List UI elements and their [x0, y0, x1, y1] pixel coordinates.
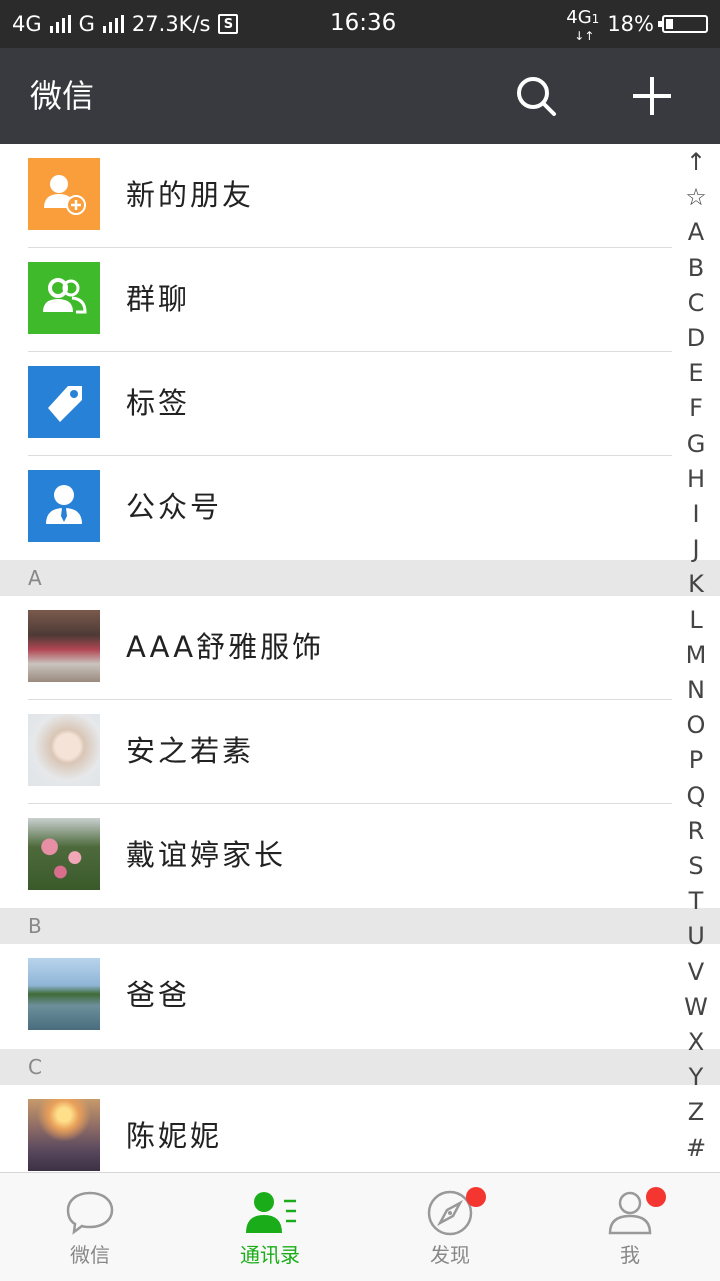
- battery-icon: [658, 15, 708, 33]
- index-letter[interactable]: K: [672, 570, 720, 598]
- index-letter[interactable]: ↑: [672, 148, 720, 176]
- me-badge: [646, 1187, 666, 1207]
- index-letter[interactable]: C: [672, 289, 720, 317]
- network-type-1: 4G: [12, 12, 42, 36]
- new-friends-row[interactable]: 新的朋友: [0, 144, 672, 248]
- section-header-c: C: [0, 1049, 720, 1085]
- discover-badge: [466, 1187, 486, 1207]
- index-letter[interactable]: U: [672, 922, 720, 950]
- bottom-nav: 微信 通讯录 发现 我: [0, 1172, 720, 1281]
- contact-row[interactable]: 爸爸: [0, 944, 672, 1048]
- index-letter[interactable]: N: [672, 676, 720, 704]
- tags-row[interactable]: 标签: [0, 352, 672, 456]
- contacts-icon: [246, 1192, 296, 1233]
- s-app-icon: S: [218, 14, 239, 34]
- index-letter[interactable]: P: [672, 746, 720, 774]
- contact-name: 安之若素: [126, 734, 255, 768]
- index-letter[interactable]: E: [672, 359, 720, 387]
- index-letter[interactable]: I: [672, 500, 720, 528]
- index-letter[interactable]: Z: [672, 1098, 720, 1126]
- page-title: 微信: [30, 77, 95, 115]
- contact-name: 爸爸: [126, 978, 191, 1012]
- official-accounts-row[interactable]: 公众号: [0, 456, 672, 560]
- search-icon[interactable]: [512, 72, 560, 120]
- signal-icon-2: [102, 15, 124, 33]
- index-letter[interactable]: T: [672, 887, 720, 915]
- tab-chats[interactable]: 微信: [0, 1173, 180, 1281]
- index-letter[interactable]: J: [672, 535, 720, 563]
- row-label: 公众号: [126, 490, 223, 524]
- plus-icon[interactable]: [628, 72, 676, 120]
- contact-row[interactable]: AAA舒雅服饰: [0, 596, 672, 700]
- contact-row[interactable]: 安之若素: [0, 700, 672, 804]
- alphabet-index[interactable]: ↑ ☆ A B C D E F G H I J K L M N O P Q R S T U V W X Y Z #: [672, 148, 720, 1172]
- index-letter[interactable]: Q: [672, 782, 720, 810]
- contact-row[interactable]: 戴谊婷家长: [0, 804, 672, 908]
- data-4g-icon: 4G1 ↓↑: [566, 6, 600, 43]
- index-letter[interactable]: G: [672, 430, 720, 458]
- row-label: 新的朋友: [126, 178, 255, 212]
- clock: 16:36: [330, 10, 397, 36]
- group-chat-icon: [28, 262, 100, 334]
- tag-icon: [28, 366, 100, 438]
- contact-avatar: [28, 958, 100, 1030]
- chat-bubble-icon: [66, 1191, 114, 1235]
- index-letter[interactable]: R: [672, 817, 720, 845]
- index-letter[interactable]: F: [672, 394, 720, 422]
- group-chat-row[interactable]: 群聊: [0, 248, 672, 352]
- index-letter[interactable]: V: [672, 958, 720, 986]
- section-header-b: B: [0, 908, 720, 944]
- index-letter[interactable]: L: [672, 606, 720, 634]
- index-letter[interactable]: B: [672, 254, 720, 282]
- add-friend-icon: [28, 158, 100, 230]
- contact-avatar: [28, 818, 100, 890]
- tab-label: 微信: [70, 1243, 110, 1267]
- contact-avatar: [28, 1099, 100, 1171]
- contact-row[interactable]: 陈妮妮: [0, 1085, 672, 1172]
- battery-percent: 18%: [607, 12, 654, 36]
- tab-label: 通讯录: [240, 1243, 300, 1267]
- index-letter[interactable]: W: [672, 993, 720, 1021]
- index-letter[interactable]: O: [672, 711, 720, 739]
- signal-icon: [49, 15, 71, 33]
- tab-label: 发现: [430, 1243, 470, 1267]
- contact-name: AAA舒雅服饰: [126, 630, 325, 664]
- tab-discover[interactable]: 发现: [360, 1173, 540, 1281]
- tab-contacts[interactable]: 通讯录: [180, 1173, 360, 1281]
- title-bar: 微信: [0, 48, 720, 144]
- section-header-a: A: [0, 560, 720, 596]
- index-letter[interactable]: M: [672, 641, 720, 669]
- index-letter[interactable]: ☆: [672, 183, 720, 211]
- contact-avatar: [28, 610, 100, 682]
- index-letter[interactable]: Y: [672, 1063, 720, 1091]
- official-account-icon: [28, 470, 100, 542]
- status-left: 4G G 27.3K/s S: [12, 0, 239, 48]
- index-letter[interactable]: X: [672, 1028, 720, 1056]
- tab-me[interactable]: 我: [540, 1173, 720, 1281]
- index-letter[interactable]: H: [672, 465, 720, 493]
- row-label: 群聊: [126, 282, 191, 316]
- tab-label: 我: [620, 1243, 640, 1267]
- network-type-2: G: [78, 12, 95, 36]
- index-letter[interactable]: A: [672, 218, 720, 246]
- contact-avatar: [28, 714, 100, 786]
- index-letter[interactable]: S: [672, 852, 720, 880]
- contact-list[interactable]: 新的朋友 群聊 标签 公众号 A AAA舒雅服饰 安之若素 戴谊婷家长 B 爸爸…: [0, 144, 720, 1172]
- contact-name: 陈妮妮: [126, 1119, 223, 1153]
- status-bar: 4G G 27.3K/s S 16:36 4G1 ↓↑ 18%: [0, 0, 720, 48]
- contact-name: 戴谊婷家长: [126, 838, 287, 872]
- index-letter[interactable]: D: [672, 324, 720, 352]
- network-speed: 27.3K/s: [131, 12, 211, 36]
- status-right: 4G1 ↓↑ 18%: [566, 0, 708, 48]
- row-label: 标签: [126, 386, 191, 420]
- index-letter[interactable]: #: [672, 1134, 720, 1162]
